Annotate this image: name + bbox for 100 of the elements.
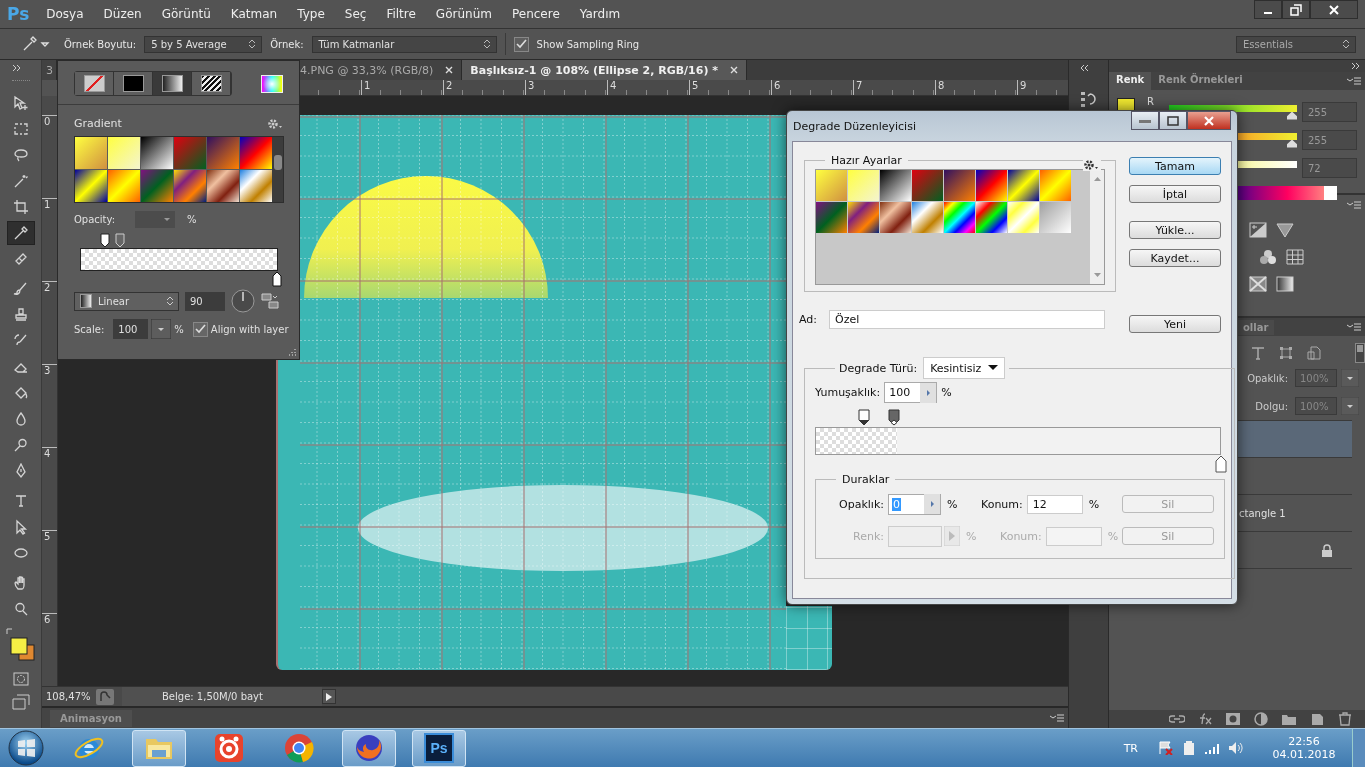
gradient-swatch[interactable]: [880, 202, 911, 233]
workspace-select[interactable]: Essentials: [1236, 35, 1356, 53]
triangle-icon[interactable]: [1276, 222, 1294, 238]
opacity-stop-icon[interactable]: [888, 409, 900, 426]
new-button[interactable]: Yeni: [1129, 315, 1221, 333]
mask-icon[interactable]: [1225, 712, 1241, 726]
collapse-icon[interactable]: [1079, 64, 1089, 72]
menu-item[interactable]: Katman: [230, 7, 278, 21]
document-tab[interactable]: Başlıksız-1 @ 108% (Ellipse 2, RGB/16) *: [462, 60, 747, 80]
angle-dial[interactable]: [231, 289, 255, 313]
power-icon[interactable]: [1182, 740, 1196, 756]
panel-tab[interactable]: Renk: [1109, 72, 1152, 90]
gradient-swatch[interactable]: [912, 202, 943, 233]
minimize-button[interactable]: [1131, 111, 1159, 130]
fx-icon[interactable]: [1197, 712, 1213, 726]
screen-mode-icon[interactable]: [11, 694, 30, 710]
panel-menu-icon[interactable]: [1347, 76, 1361, 86]
menu-item[interactable]: Yardım: [579, 7, 621, 21]
dropdown-icon[interactable]: [151, 319, 172, 339]
restore-icon[interactable]: [1290, 3, 1302, 16]
gradient-type-select[interactable]: Kesintisiz: [923, 357, 1006, 379]
dialog-button[interactable]: İptal: [1129, 185, 1221, 203]
filter-toggle-icon[interactable]: [1355, 343, 1365, 363]
scrollbar[interactable]: [1090, 170, 1104, 284]
gradient-swatch[interactable]: [1008, 202, 1039, 233]
exposure-icon[interactable]: [1249, 222, 1267, 238]
dialog-button[interactable]: Kaydet...: [1129, 249, 1221, 267]
up-down-arrows-icon[interactable]: [249, 39, 256, 49]
gradient-swatch[interactable]: [174, 170, 206, 202]
gradient-swatch[interactable]: [108, 170, 140, 202]
slider-thumb[interactable]: [1287, 139, 1297, 148]
menu-item[interactable]: Pencere: [511, 7, 560, 21]
close-button[interactable]: [1187, 111, 1231, 130]
name-field[interactable]: Özel: [829, 310, 1106, 329]
dialog-button[interactable]: Tamam: [1129, 157, 1221, 175]
menu-item[interactable]: Dosya: [46, 7, 84, 21]
close-button[interactable]: [1310, 0, 1358, 19]
gradient-swatch[interactable]: [108, 137, 140, 169]
new-layer-icon[interactable]: [1309, 712, 1325, 726]
menu-item[interactable]: Düzen: [103, 7, 142, 21]
expand-icon[interactable]: [1351, 62, 1361, 70]
gradient-swatch[interactable]: [141, 170, 173, 202]
flag-icon[interactable]: [1158, 741, 1174, 755]
up-down-arrows-icon[interactable]: [483, 39, 490, 49]
menu-item[interactable]: Görüntü: [161, 7, 211, 21]
color-stop-icon[interactable]: [1214, 455, 1227, 473]
align-checkbox[interactable]: [192, 321, 208, 337]
menu-item[interactable]: Filtre: [386, 7, 416, 21]
gradient-swatch[interactable]: [848, 170, 879, 201]
gradient-swatch[interactable]: [976, 170, 1007, 201]
link-icon[interactable]: [1169, 714, 1185, 724]
folder-icon[interactable]: [1281, 712, 1297, 726]
smart-object-icon[interactable]: [1307, 346, 1321, 360]
up-down-arrows-icon[interactable]: [1343, 39, 1349, 49]
three-circles-icon[interactable]: [1259, 249, 1277, 265]
sample-select[interactable]: Tüm Katmanlar: [311, 35, 497, 53]
gradient-bar[interactable]: [80, 248, 278, 271]
language-indicator[interactable]: TR: [1123, 741, 1138, 755]
signal-icon[interactable]: [1204, 741, 1220, 755]
solid-fill-icon[interactable]: [114, 72, 153, 95]
reverse-icon[interactable]: [261, 293, 279, 309]
menu-item[interactable]: Seç: [344, 7, 367, 21]
gradient-swatch[interactable]: [207, 170, 239, 202]
maximize-button[interactable]: [1159, 111, 1187, 130]
smoothness-field[interactable]: 100: [884, 382, 938, 403]
maximize-icon[interactable]: [1167, 115, 1179, 126]
dialog-button[interactable]: Yükle...: [1129, 221, 1221, 239]
gradient-swatch[interactable]: [912, 170, 943, 201]
quick-mask-icon[interactable]: [12, 672, 29, 686]
minimize-button[interactable]: [1254, 0, 1282, 19]
gradient-swatch[interactable]: [816, 202, 847, 233]
transform-icon[interactable]: [1279, 346, 1293, 360]
gradient-type-select[interactable]: Linear: [74, 291, 179, 311]
no-fill-icon[interactable]: [75, 72, 114, 95]
history-icon[interactable]: [1078, 90, 1099, 108]
panel-menu-icon[interactable]: [1347, 322, 1361, 332]
angle-field[interactable]: 90: [185, 291, 225, 311]
gradient-swatch[interactable]: [816, 170, 847, 201]
trash-icon[interactable]: [1337, 712, 1353, 726]
dropdown-icon[interactable]: [1341, 397, 1359, 415]
panel-menu-icon[interactable]: [1050, 713, 1064, 723]
gradient-swatch[interactable]: [880, 170, 911, 201]
start-button[interactable]: [8, 730, 44, 766]
gradient-swatch[interactable]: [848, 202, 879, 233]
up-down-arrows-icon[interactable]: [167, 296, 173, 306]
gradient-swatch[interactable]: [207, 137, 239, 169]
color-swatches-icon[interactable]: [5, 628, 36, 664]
crossed-square-icon[interactable]: [1249, 276, 1267, 292]
gradient-fill-icon[interactable]: [153, 72, 192, 95]
document-tab[interactable]: 3: [42, 60, 57, 80]
half-circle-icon[interactable]: [1253, 712, 1269, 726]
gradient-swatch[interactable]: [240, 170, 272, 202]
document-tab[interactable]: 4.PNG @ 33,3% (RGB/8): [300, 60, 463, 80]
speaker-icon[interactable]: [1228, 741, 1244, 755]
panel-tab[interactable]: Renk Örnekleri: [1151, 72, 1250, 90]
gradient-swatch[interactable]: [240, 137, 272, 169]
menu-item[interactable]: Görünüm: [435, 7, 492, 21]
panel-menu-icon[interactable]: [1347, 200, 1361, 210]
color-picker-icon[interactable]: [261, 74, 283, 93]
slider-thumb[interactable]: [1287, 111, 1297, 120]
